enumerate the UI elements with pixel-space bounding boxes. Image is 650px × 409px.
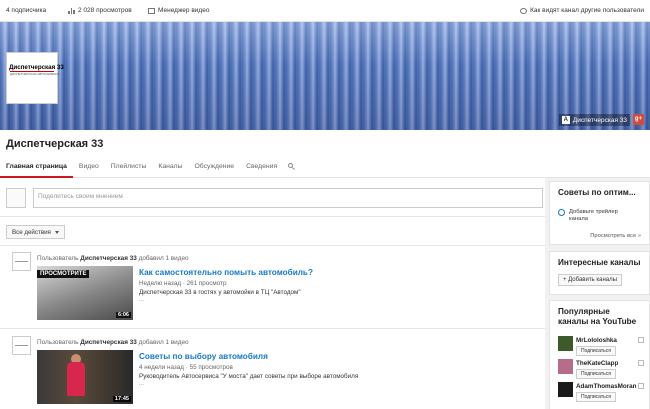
share-input[interactable]: Поделитесь своим мнением [33,188,543,208]
thumbnail-tag: ПРОСМОТРИТЕ [37,270,90,278]
subscribe-button[interactable]: Подписаться [576,369,616,379]
tip-item[interactable]: Добавьте трейлер канала [558,209,621,223]
interesting-title: Интересные каналы [558,258,641,267]
video-title-link[interactable]: Как самостоятельно помыть автомобиль? [139,268,313,277]
channel-link-icon: A [561,116,570,124]
tip-text: Добавьте трейлер канала [569,209,618,222]
feed-avatar[interactable] [12,252,31,271]
page-title: Диспетчерская 33 [6,138,104,150]
divider [0,328,545,329]
share-box: Поделитесь своим мнением [6,188,543,208]
feed-item: Пользователь Диспетчерская 33 добавил 1 … [0,252,545,332]
add-channels-button[interactable]: + Добавить каналы [558,274,622,286]
tab-channels[interactable]: Каналы [152,158,188,178]
dismiss-icon[interactable] [638,383,644,389]
video-description: Руководитель Автосервиса "У моста" дает … [139,373,359,380]
more-link[interactable]: ... [139,297,144,303]
channel-tabs: Главная страница Видео Плейлисты Каналы … [0,158,301,178]
all-actions-dropdown[interactable]: Все действия [6,225,65,239]
globe-icon [520,7,528,14]
video-thumbnail[interactable]: 17:45 [37,350,133,404]
channel-avatar[interactable] [558,336,573,351]
subscriber-count[interactable]: 4 подписчика [6,7,46,14]
dismiss-icon[interactable] [638,360,644,366]
thumbnail-person [67,362,85,396]
dismiss-icon[interactable] [638,337,644,343]
video-meta: Неделю назад · 261 просмотр [139,280,227,287]
tab-discussion[interactable]: Обсуждение [188,158,240,178]
video-manager-link[interactable]: Менеджер видео [148,7,209,14]
see-all-link[interactable]: Просмотреть все » [590,233,641,239]
video-duration: 6:06 [115,312,131,318]
chevron-down-icon [54,230,59,234]
banner-shade [0,22,650,130]
channel-avatar[interactable]: Диспетчерская 33 ДИСПЕТЧЕРСКАЯ АВТОСЕРВИ… [6,52,64,104]
divider [0,245,545,246]
popular-channel-item: MrLololoshka Подписаться [558,336,648,356]
channel-name[interactable]: AdamThomasMoran [576,383,637,390]
popular-channels-card: Популярные каналы на YouTube MrLololoshk… [549,300,650,409]
user-avatar [6,188,26,208]
tab-home[interactable]: Главная страница [0,158,73,178]
video-manager-icon [148,7,155,14]
divider [0,216,545,217]
channel-avatar[interactable] [558,359,573,374]
channel-sidebar: Советы по оптим... Добавьте трейлер кана… [549,178,650,409]
feed-item: Пользователь Диспетчерская 33 добавил 1 … [0,336,545,409]
view-as-public-link[interactable]: Как видят канал другие пользователи [520,7,644,14]
avatar-subtext: ДИСПЕТЧЕРСКАЯ АВТОСЕРВИСА [10,72,60,76]
channel-name[interactable]: TheKateClapp [576,360,618,367]
video-thumbnail[interactable]: ПРОСМОТРИТЕ 6:06 [37,266,133,320]
video-title-link[interactable]: Советы по выбору автомобиля [139,352,268,361]
subscribe-button[interactable]: Подписаться [576,392,616,402]
radio-icon [558,209,565,216]
feed-author[interactable]: Диспетчерская 33 [80,339,137,346]
channel-avatar[interactable] [558,382,573,397]
view-count[interactable]: 2 028 просмотров [68,7,132,14]
channel-name[interactable]: MrLololoshka [576,337,617,344]
tab-about[interactable]: Сведения [240,158,283,178]
subscribe-button[interactable]: Подписаться [576,346,616,356]
channel-header: Диспетчерская 33 Главная страница Видео … [0,130,650,178]
video-description: Диспетчерская 33 в гостях у автомойки в … [139,289,301,296]
feed-avatar[interactable] [12,336,31,355]
tab-videos[interactable]: Видео [73,158,105,178]
activity-feed: Поделитесь своим мнением Все действия По… [0,178,545,409]
video-meta: 4 недели назад · 55 просмотров [139,364,233,371]
optimization-tips-card: Советы по оптим... Добавьте трейлер кана… [549,181,650,245]
popular-channel-item: TheKateClapp Подписаться [558,359,648,379]
stats-icon [68,7,75,14]
more-link[interactable]: ... [139,381,144,387]
popular-title: Популярные [558,307,610,316]
popular-title-line2: каналы на YouTube [558,317,637,326]
tab-search[interactable] [283,158,301,178]
feed-header: Пользователь Диспетчерская 33 добавил 1 … [37,339,189,346]
banner-channel-link[interactable]: A Диспетчерская 33 [558,114,630,126]
channel-banner: Диспетчерская 33 ДИСПЕТЧЕРСКАЯ АВТОСЕРВИ… [0,22,650,130]
feed-header: Пользователь Диспетчерская 33 добавил 1 … [37,255,189,262]
tips-title: Советы по оптим... [558,188,636,197]
video-duration: 17:45 [112,396,131,402]
google-plus-icon[interactable]: g+ [633,114,644,125]
avatar-text: Диспетчерская 33 [9,64,64,71]
channel-stats-bar: 4 подписчика 2 028 просмотров Менеджер в… [0,0,650,22]
tab-playlists[interactable]: Плейлисты [105,158,153,178]
popular-channel-item: AdamThomasMoran Подписаться [558,382,648,402]
interesting-channels-card: Интересные каналы + Добавить каналы [549,251,650,295]
feed-author[interactable]: Диспетчерская 33 [80,255,137,262]
